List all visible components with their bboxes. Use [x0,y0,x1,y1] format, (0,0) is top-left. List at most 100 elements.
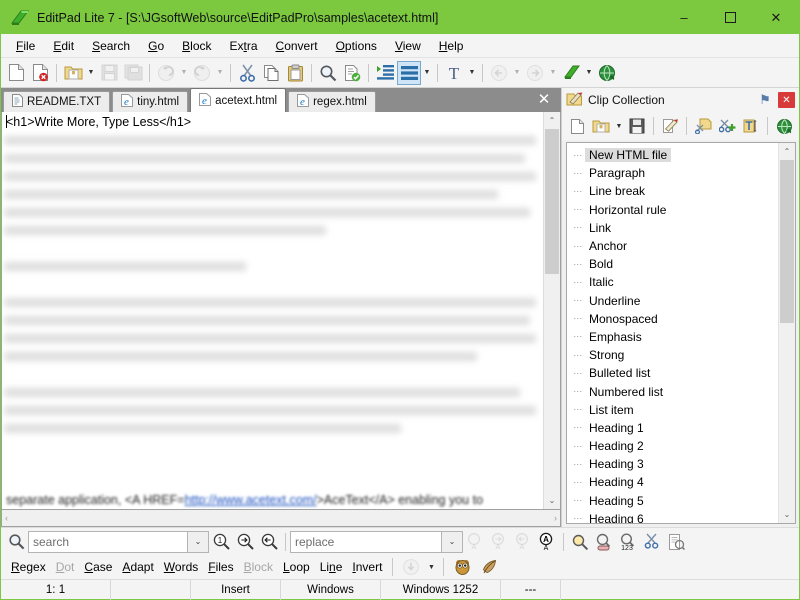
clip-item-strong[interactable]: ⋯ Strong [571,346,778,364]
option-words[interactable]: Words [160,558,202,576]
clip-item-numbered-list[interactable]: ⋯ Numbered list [571,382,778,400]
cut-matches-icon[interactable] [640,530,664,554]
replace-field[interactable] [290,530,442,553]
acetext-link[interactable]: http://www.acetext.com/ [185,493,317,507]
option-loop[interactable]: Loop [279,558,314,576]
clip-item-heading-6[interactable]: ⋯ Heading 6 [571,510,778,523]
search-field[interactable] [28,530,188,553]
new-clip-icon[interactable] [715,114,739,138]
clip-item-new-html-file[interactable]: ⋯ New HTML file [571,146,778,164]
search-input[interactable] [33,531,183,552]
menu-block[interactable]: Block [173,36,220,56]
search-panel-icon[interactable] [4,530,28,554]
option-invert[interactable]: Invert [348,558,386,576]
clip-browser-icon[interactable] [772,114,796,138]
font-dropdown-arrow[interactable]: ▼ [466,61,478,85]
find-all-icon[interactable] [568,530,592,554]
text-editor[interactable]: <h1>Write More, Type Less</h1> separate … [2,112,543,509]
editpad-dropdown-arrow[interactable]: ▼ [583,61,595,85]
find-previous-icon[interactable] [257,530,281,554]
clip-item-heading-3[interactable]: ⋯ Heading 3 [571,455,778,473]
find-first-icon[interactable]: 1 [209,530,233,554]
clip-scroll-down-arrow-icon[interactable]: ⌄ [779,506,795,523]
open-clip-collection-dropdown-arrow[interactable]: ▼ [613,114,625,138]
clip-item-monospaced[interactable]: ⋯ Monospaced [571,310,778,328]
file-tab-readme[interactable]: README.TXT [3,91,111,112]
clip-item-horizontal-rule[interactable]: ⋯ Horizontal rule [571,201,778,219]
clip-scroll-up-arrow-icon[interactable]: ⌃ [779,143,795,160]
menu-go[interactable]: Go [139,36,173,56]
status-file-status[interactable]: --- [501,579,561,600]
editor-vertical-scrollbar[interactable]: ⌃ ⌄ [543,112,560,509]
list-matches-icon[interactable] [664,530,688,554]
scroll-up-arrow-icon[interactable]: ⌃ [544,112,560,129]
open-file-icon[interactable] [61,61,85,85]
option-regex[interactable]: Regex [7,558,50,576]
new-file-icon[interactable] [4,61,28,85]
menu-view[interactable]: View [386,36,430,56]
save-clip-collection-icon[interactable] [625,114,649,138]
replace-input[interactable] [295,531,437,552]
status-insert-mode[interactable]: Insert [191,579,281,600]
clip-item-paragraph[interactable]: ⋯ Paragraph [571,164,778,182]
clip-scroll-thumb[interactable] [780,160,794,323]
scroll-track[interactable] [544,129,560,492]
option-line[interactable]: Line [316,558,347,576]
clip-item-line-break[interactable]: ⋯ Line break [571,182,778,200]
hscroll-right-arrow-icon[interactable]: › [554,513,557,523]
save-search-dropdown-arrow[interactable]: ▼ [425,555,437,579]
clip-item-bold[interactable]: ⋯ Bold [571,255,778,273]
clip-item-heading-5[interactable]: ⋯ Heading 5 [571,492,778,510]
close-tab-button[interactable]: ✕ [535,90,553,108]
status-line-breaks[interactable]: Windows [281,579,381,600]
find-icon[interactable] [316,61,340,85]
find-next-icon[interactable] [233,530,257,554]
menu-file[interactable]: File [7,36,44,56]
clip-item-italic[interactable]: ⋯ Italic [571,273,778,291]
edit-clip-icon[interactable] [658,114,682,138]
font-icon[interactable]: T [442,61,466,85]
replace-all-icon[interactable]: A A [535,530,559,554]
file-tab-tiny-html[interactable]: e tiny.html [112,91,189,112]
menu-edit[interactable]: Edit [44,36,83,56]
clip-item-underline[interactable]: ⋯ Underline [571,292,778,310]
menu-help[interactable]: Help [430,36,473,56]
file-tab-acetext-html[interactable]: e acetext.html [190,88,287,112]
status-cursor-position[interactable]: 1: 1 [1,579,111,600]
clip-item-list-item[interactable]: ⋯ List item [571,401,778,419]
owl-icon[interactable] [450,555,474,579]
editpad-icon[interactable] [559,61,583,85]
clip-item-heading-4[interactable]: ⋯ Heading 4 [571,473,778,491]
replace-history-dropdown[interactable]: ⌄ [441,530,463,553]
cut-clip-icon[interactable] [691,114,715,138]
new-clip-collection-icon[interactable] [565,114,589,138]
option-adapt[interactable]: Adapt [118,558,157,576]
clip-item-anchor[interactable]: ⋯ Anchor [571,237,778,255]
close-file-icon[interactable] [28,61,52,85]
clip-item-heading-1[interactable]: ⋯ Heading 1 [571,419,778,437]
count-matches-icon[interactable]: 123 [616,530,640,554]
clip-item-emphasis[interactable]: ⋯ Emphasis [571,328,778,346]
quill-icon[interactable] [476,555,500,579]
status-selection-info[interactable] [111,579,191,600]
highlight-all-icon[interactable] [592,530,616,554]
clip-item-heading-2[interactable]: ⋯ Heading 2 [571,437,778,455]
word-wrap-icon[interactable] [397,60,421,85]
indent-icon[interactable] [373,61,397,85]
browser-preview-icon[interactable] [595,61,619,85]
clip-item-link[interactable]: ⋯ Link [571,219,778,237]
scroll-down-arrow-icon[interactable]: ⌄ [544,492,560,509]
menu-search[interactable]: Search [83,36,139,56]
menu-extra[interactable]: Extra [221,36,267,56]
clip-scroll-track[interactable] [779,160,795,506]
menu-options[interactable]: Options [327,36,386,56]
scroll-thumb[interactable] [545,129,559,275]
paste-icon[interactable] [283,61,307,85]
close-button[interactable]: ✕ [753,1,799,34]
file-tab-regex-html[interactable]: e regex.html [288,91,376,112]
clip-item-bulleted-list[interactable]: ⋯ Bulleted list [571,364,778,382]
status-encoding[interactable]: Windows 1252 [381,579,501,600]
open-clip-collection-icon[interactable] [589,114,613,138]
hscroll-left-arrow-icon[interactable]: ‹ [5,513,8,523]
pin-icon[interactable]: ⚑ [757,92,773,108]
